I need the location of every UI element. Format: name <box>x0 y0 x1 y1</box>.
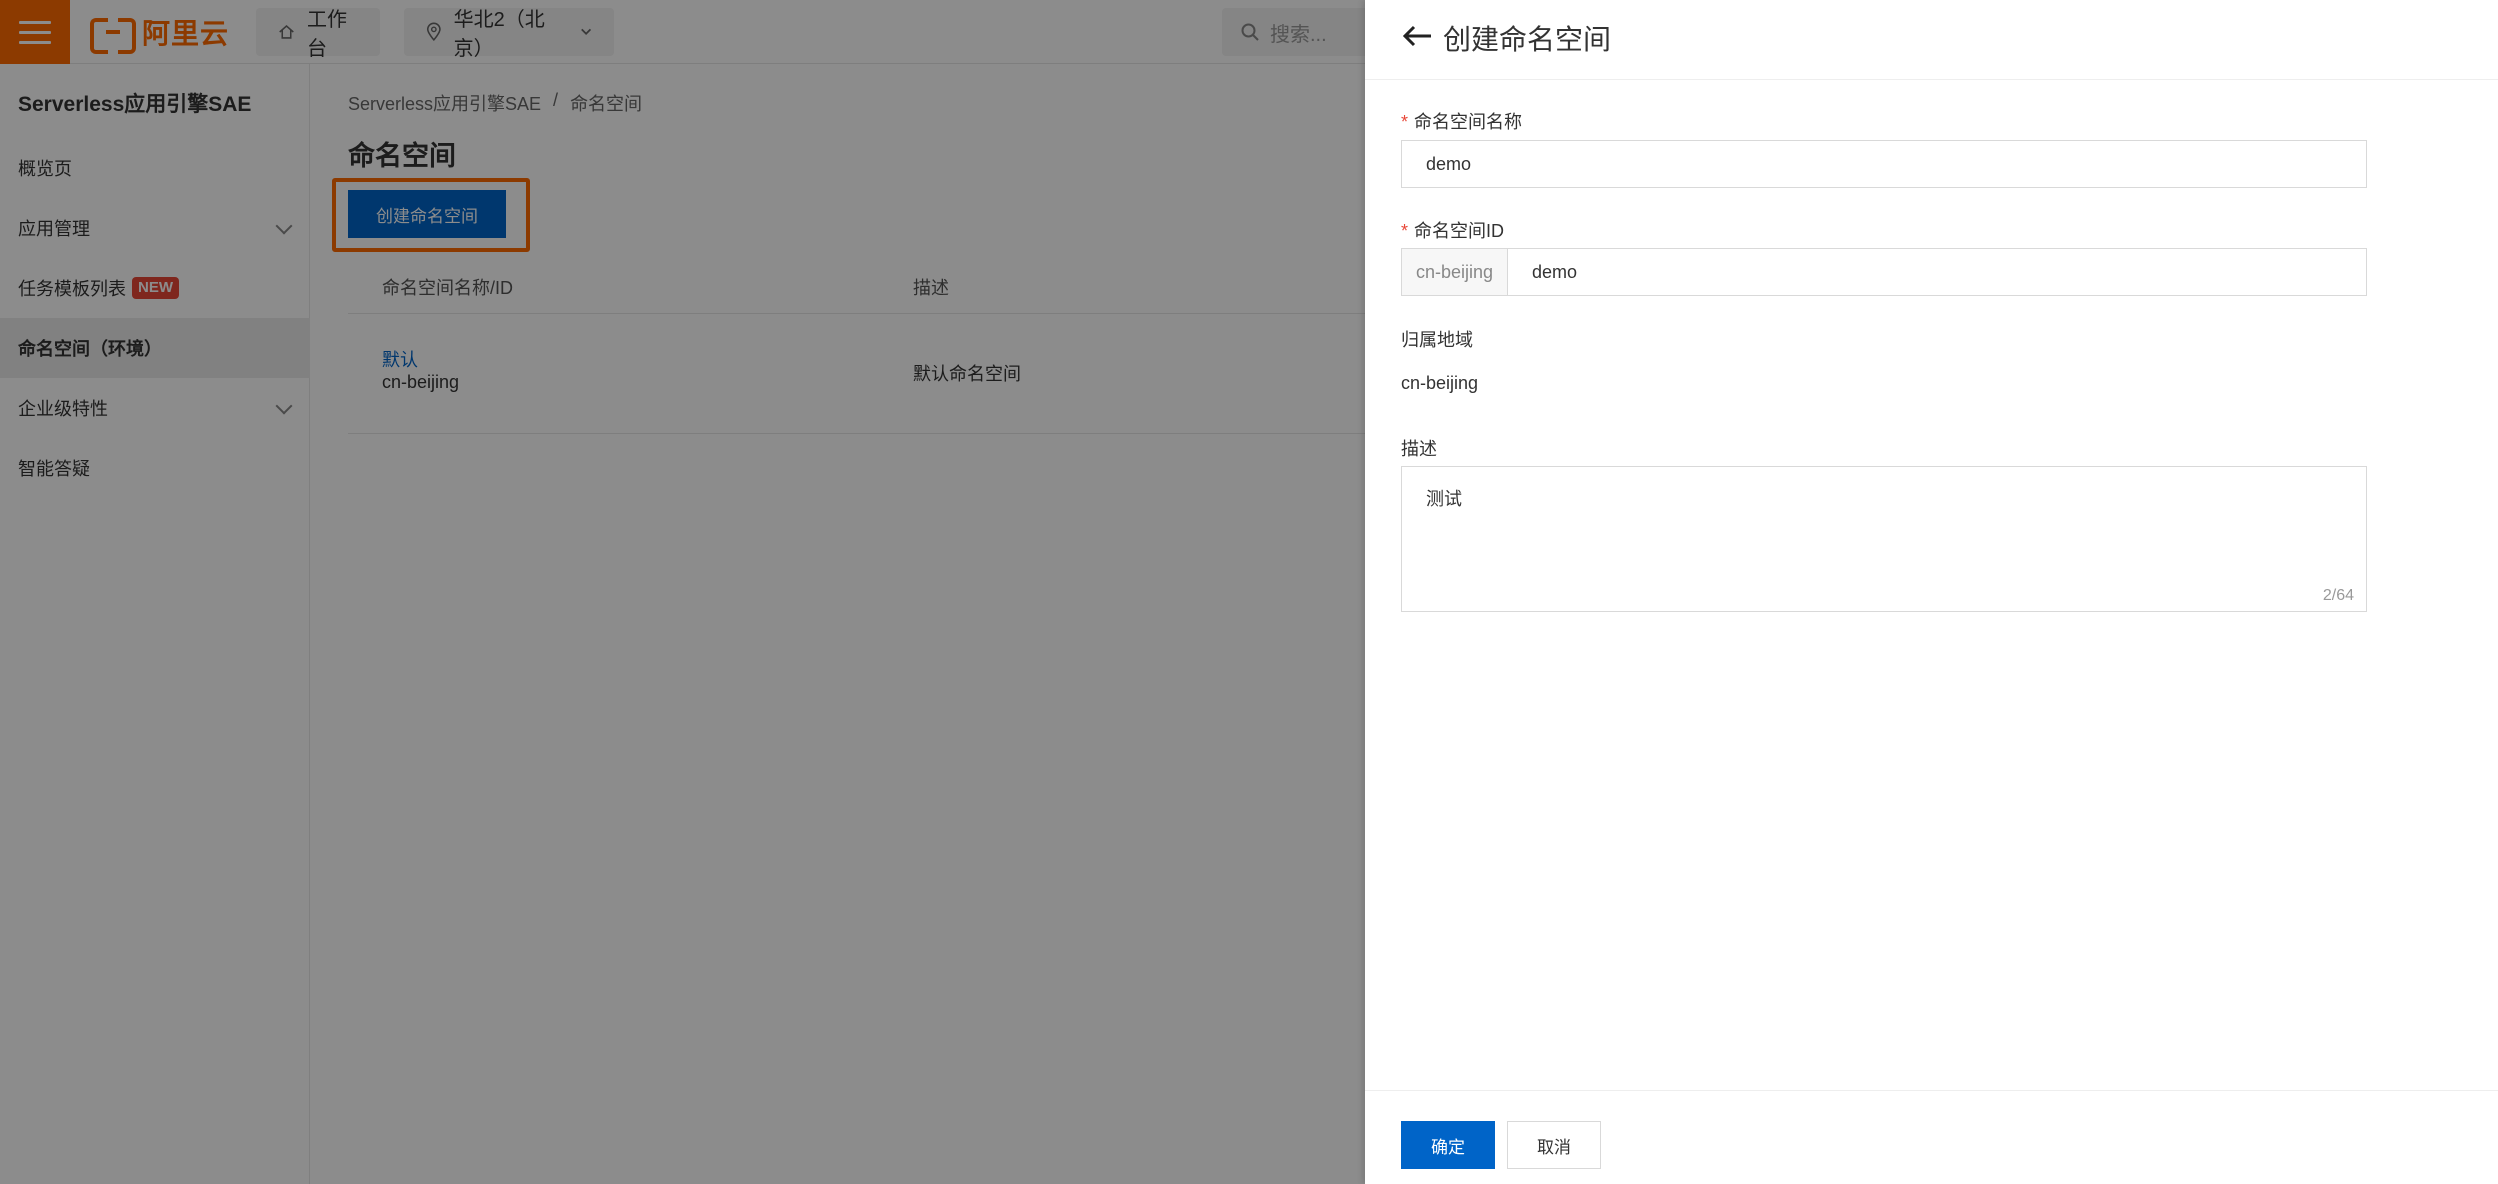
modal-overlay[interactable] <box>0 0 1365 1184</box>
drawer-header: 创建命名空间 <box>1365 0 2498 80</box>
namespace-name-input[interactable] <box>1401 140 2367 188</box>
description-char-count: 2/64 <box>2322 587 2354 604</box>
cancel-button[interactable]: 取消 <box>1507 1121 1601 1169</box>
drawer-title: 创建命名空间 <box>1443 24 1612 55</box>
create-namespace-drawer: 创建命名空间 *命名空间名称 *命名空间ID cn-beijing 归属地域 c… <box>1365 0 2498 1184</box>
description-field: 测试 2/64 <box>1401 466 2367 612</box>
namespace-id-prefix: cn-beijing <box>1402 249 1508 295</box>
region-label: 归属地域 <box>1401 330 1473 350</box>
required-mark: * <box>1401 112 1409 132</box>
namespace-id-input[interactable] <box>1508 249 2366 295</box>
region-value: cn-beijing <box>1401 373 1479 393</box>
description-label: 描述 <box>1401 439 1437 459</box>
description-textarea[interactable]: 测试 <box>1402 467 2366 611</box>
back-arrow-icon[interactable] <box>1401 24 1433 48</box>
confirm-button[interactable]: 确定 <box>1401 1121 1495 1169</box>
namespace-id-label: * 命名空间ID <box>1401 221 1505 241</box>
namespace-name-label: * 命名空间名称 <box>1401 112 1523 132</box>
required-mark: * <box>1401 221 1409 241</box>
drawer-footer: 确定 取消 <box>1365 1090 2498 1184</box>
namespace-id-field: cn-beijing <box>1401 248 2367 296</box>
